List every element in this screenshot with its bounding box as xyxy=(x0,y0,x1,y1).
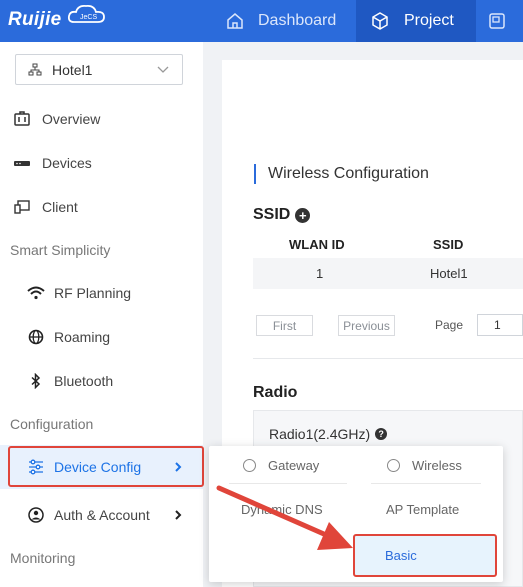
tab-project[interactable]: Project xyxy=(356,0,476,42)
column-header-ssid: SSID xyxy=(433,236,464,252)
overview-icon xyxy=(14,111,30,126)
annotation-arrow-icon xyxy=(216,485,353,550)
sidebar-item-devices[interactable]: Devices xyxy=(0,141,203,185)
devices-icon xyxy=(14,161,30,166)
column-header-wlan-id: WLAN ID xyxy=(289,236,345,252)
table-header: WLAN ID SSID xyxy=(253,230,523,258)
menu-item-gateway[interactable]: Gateway xyxy=(243,458,319,473)
ssid-title: SSID xyxy=(253,206,291,223)
chevron-right-icon xyxy=(175,510,182,520)
top-bar: Ruijie JeCS Dashboard Project xyxy=(0,0,523,42)
cell-ssid: Hotel1 xyxy=(430,266,468,281)
sidebar-item-label: Auth & Account xyxy=(54,507,150,523)
window-icon xyxy=(489,13,505,29)
previous-page-button[interactable]: Previous xyxy=(338,315,395,336)
home-icon xyxy=(227,13,243,29)
menu-divider xyxy=(371,483,481,484)
group-configuration: Configuration xyxy=(10,416,94,432)
sidebar-item-label: Client xyxy=(42,199,78,215)
wifi-icon xyxy=(27,286,45,300)
cube-icon xyxy=(372,12,388,30)
radio1-label: Radio1(2.4GHz) xyxy=(269,426,371,442)
ruijie-logo[interactable]: Ruijie xyxy=(8,6,62,34)
sidebar-item-label: RF Planning xyxy=(54,285,132,301)
tab-project-label: Project xyxy=(404,12,454,29)
sidebar-item-roaming[interactable]: Roaming xyxy=(0,315,203,359)
section-divider xyxy=(253,358,523,359)
radio-circle-icon xyxy=(387,459,400,472)
sidebar-item-client[interactable]: Client xyxy=(0,185,203,229)
user-circle-icon xyxy=(28,507,44,523)
chevron-down-icon xyxy=(157,66,169,73)
menu-item-label: Gateway xyxy=(268,458,320,473)
section-title: Wireless Configuration xyxy=(254,164,429,184)
group-smart-simplicity: Smart Simplicity xyxy=(10,242,111,258)
bluetooth-icon xyxy=(31,373,41,389)
network-icon xyxy=(28,63,42,75)
sidebar-item-label: Bluetooth xyxy=(54,373,114,389)
client-icon xyxy=(14,200,30,214)
project-selector-value: Hotel1 xyxy=(52,61,93,78)
menu-item-wireless[interactable]: Wireless xyxy=(387,458,462,473)
sidebar-item-label: Overview xyxy=(42,111,101,127)
sidebar-item-label: Roaming xyxy=(54,329,111,345)
help-icon[interactable]: ? xyxy=(375,428,388,440)
sidebar-item-label: Devices xyxy=(42,155,92,171)
sidebar-item-auth-account[interactable]: Auth & Account xyxy=(0,493,203,537)
ssid-heading: SSID + xyxy=(253,206,311,224)
project-selector[interactable]: Hotel1 xyxy=(15,54,183,85)
tab-dashboard-label: Dashboard xyxy=(258,12,337,29)
tab-window[interactable] xyxy=(488,0,523,42)
sidebar-item-rf-planning[interactable]: RF Planning xyxy=(0,271,203,315)
radio1-heading: Radio1(2.4GHz) ? xyxy=(269,426,388,442)
sidebar-item-bluetooth[interactable]: Bluetooth xyxy=(0,359,203,403)
cell-wlan-id: 1 xyxy=(316,266,324,281)
globe-icon xyxy=(28,329,44,345)
page-number-input[interactable]: 1 xyxy=(477,314,523,336)
page-label: Page xyxy=(435,318,464,332)
radio-circle-icon xyxy=(243,459,256,472)
sidebar: Hotel1 Overview Devices Client Smart Sim… xyxy=(0,42,203,587)
tab-dashboard[interactable]: Dashboard xyxy=(226,0,354,42)
logo-text: Ruijie xyxy=(8,9,62,30)
menu-item-label: Wireless xyxy=(412,458,462,473)
cloud-logo-icon: JeCS xyxy=(67,4,105,23)
menu-item-ap-template[interactable]: AP Template xyxy=(386,502,459,517)
table-row[interactable]: 1 Hotel1 xyxy=(253,258,523,289)
add-ssid-icon[interactable]: + xyxy=(295,207,311,223)
radio-title: Radio xyxy=(253,384,298,401)
group-monitoring: Monitoring xyxy=(10,550,76,566)
annotation-highlight-device-config xyxy=(8,446,204,487)
first-page-button[interactable]: First xyxy=(256,315,313,336)
sidebar-item-overview[interactable]: Overview xyxy=(0,97,203,141)
logo-badge: JeCS xyxy=(80,14,97,21)
annotation-highlight-basic xyxy=(353,534,497,577)
